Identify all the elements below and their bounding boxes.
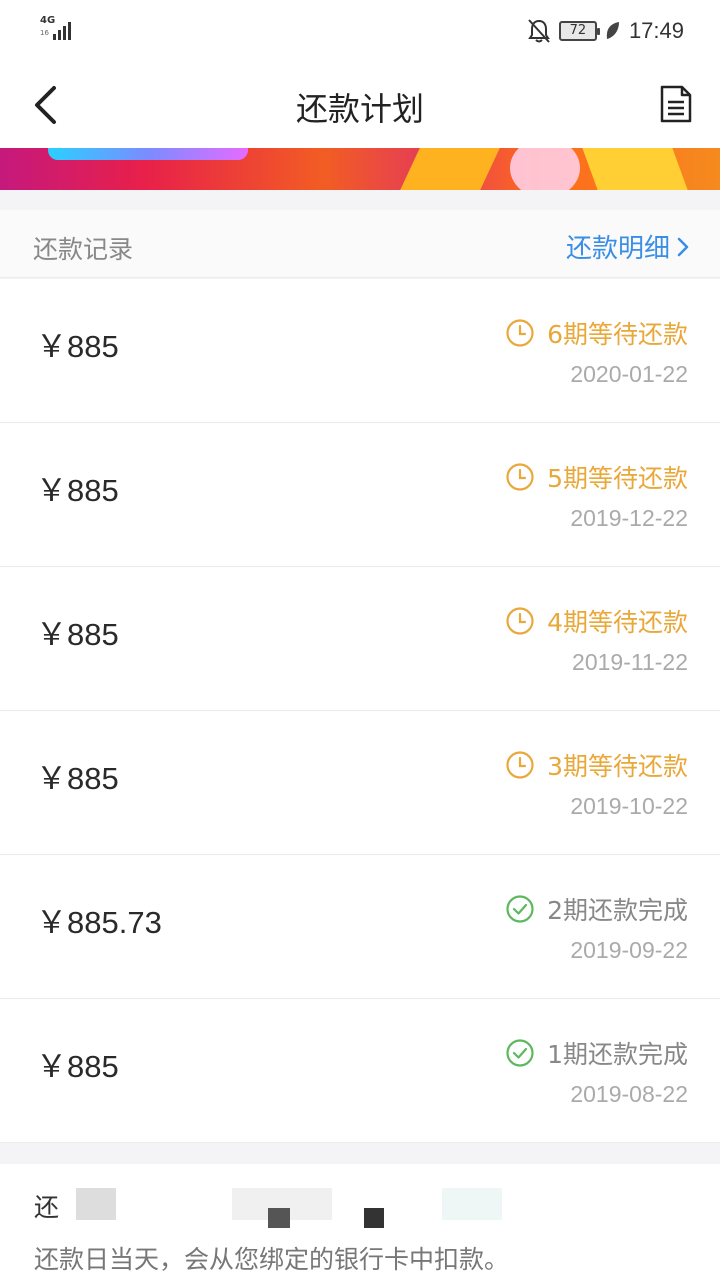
repayment-row[interactable]: ￥885 3期等待还款 2019-10-22 [0,711,720,855]
repayment-date: 2019-11-22 [572,649,688,675]
repayment-status-label: 2期还款完成 [547,896,688,925]
redaction-mask [76,1188,116,1220]
section-title: 还款记录 [33,235,134,264]
repayment-row[interactable]: ￥885 5期等待还款 2019-12-22 [0,423,720,567]
repayment-row[interactable]: ￥885 4期等待还款 2019-11-22 [0,567,720,711]
redaction-mask [268,1208,290,1228]
repayment-status: 3期等待还款 [505,747,688,783]
repayment-status: 2期还款完成 [505,891,688,927]
repayment-status: 6期等待还款 [505,315,688,351]
repayment-date: 2019-12-22 [570,505,688,531]
redaction-mask [364,1208,384,1228]
repayment-row[interactable]: ￥885 6期等待还款 2020-01-22 [0,279,720,423]
redaction-mask [442,1188,502,1220]
network-sub: 16 [40,29,49,37]
clock-icon [506,607,534,635]
status-bar: 4G 16 72 17:49 [0,0,720,62]
detail-link-label: 还款明细 [565,234,670,264]
repayment-status: 1期还款完成 [505,1035,688,1071]
signal-icon: 4G 16 [38,16,78,42]
document-icon [660,85,692,123]
leaf-icon [606,22,619,39]
chevron-right-icon [677,237,689,256]
repayment-detail-link[interactable]: 还款明细 [566,228,690,265]
repayment-status-label: 4期等待还款 [547,608,688,637]
repayment-amount: ￥885 [36,1049,119,1084]
nav-bar: 还款计划 [0,62,720,148]
page-title: 还款计划 [295,90,424,128]
clock-icon [506,751,534,779]
repayment-row[interactable]: ￥885.73 2期还款完成 2019-09-22 [0,855,720,999]
document-button[interactable] [658,84,694,124]
check-circle-icon [506,1039,534,1067]
repayment-date: 2019-10-22 [570,793,688,819]
repayment-list: ￥885 6期等待还款 2020-01-22 ￥885 5期等待还款 2019-… [0,279,720,1143]
repayment-date: 2019-09-22 [570,937,688,963]
repayment-row[interactable]: ￥885 1期还款完成 2019-08-22 [0,999,720,1143]
clock-time: 17:49 [628,18,684,43]
clock-icon [506,319,534,347]
repayment-amount: ￥885 [36,761,119,796]
notice-title: 还 [34,1193,60,1222]
repayment-status-label: 5期等待还款 [547,464,688,493]
notice-text: 还款日当天，会从您绑定的银行卡中扣款。 [34,1245,510,1274]
repayment-status: 4期等待还款 [505,603,688,639]
repayment-status-label: 3期等待还款 [547,752,688,781]
bell-muted-icon [528,19,550,43]
repayment-amount: ￥885 [36,329,119,364]
repayment-notice: 还 还款日当天，会从您绑定的银行卡中扣款。 [0,1164,720,1280]
repayment-status-label: 6期等待还款 [547,320,688,349]
clock-icon [506,463,534,491]
battery-icon: 72 [558,21,600,41]
repayment-amount: ￥885.73 [36,905,162,940]
repayment-status-label: 1期还款完成 [547,1040,688,1069]
check-circle-icon [506,895,534,923]
promo-banner[interactable] [0,148,720,190]
repayment-date: 2019-08-22 [570,1081,688,1107]
repayment-records-header: 还款记录 还款明细 [0,210,720,278]
repayment-amount: ￥885 [36,617,119,652]
repayment-status: 5期等待还款 [505,459,688,495]
repayment-date: 2020-01-22 [570,361,688,387]
repayment-amount: ￥885 [36,473,119,508]
